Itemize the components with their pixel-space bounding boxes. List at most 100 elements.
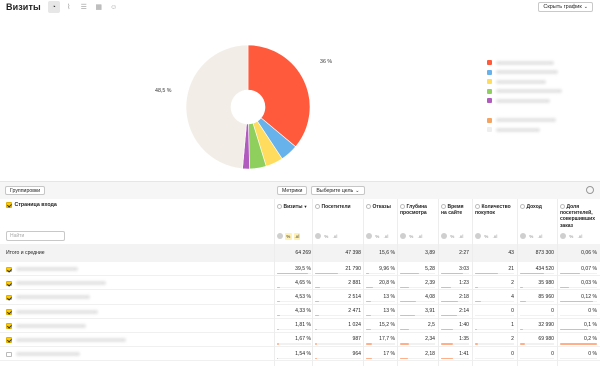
column-header[interactable]: Посетители	[315, 204, 361, 210]
legend-item[interactable]	[487, 125, 582, 135]
table-cell: 1:35	[459, 336, 469, 343]
cell-bar	[560, 343, 597, 345]
bar-toggle-icon[interactable]: .ııl	[492, 233, 499, 240]
cell-bar	[475, 286, 479, 288]
pie-toggle-icon[interactable]	[475, 233, 481, 240]
column-header[interactable]: Доля посетителей, совершивших заказ	[560, 204, 597, 229]
grid-icon[interactable]: ▦	[93, 1, 105, 13]
sort-desc-icon[interactable]: ▼	[303, 204, 307, 209]
percent-toggle[interactable]: %	[285, 233, 292, 240]
table-row[interactable]: 4,53 % 2 514 13 % 4,08 2:18 4 85 960 0,12 %	[0, 290, 600, 305]
chart-area: 36 % 48,5 %	[0, 14, 600, 180]
bar-toggle-icon[interactable]: .ııl	[458, 233, 465, 240]
column-radio[interactable]	[560, 204, 565, 210]
pie-toggle-icon[interactable]	[560, 233, 566, 240]
bar-toggle-icon[interactable]: .ııl	[383, 233, 390, 240]
goal-select[interactable]: Выберите цель ⌄	[311, 186, 365, 195]
legend-item[interactable]	[487, 77, 582, 87]
pie-toggle-icon[interactable]	[366, 233, 372, 240]
percent-toggle[interactable]: %	[323, 233, 330, 240]
row-checkbox[interactable]	[6, 323, 12, 329]
table-row[interactable]: 1,81 % 1 024 15,2 % 2,5 1:40 1 32 990 0,1 %	[0, 319, 600, 333]
percent-toggle[interactable]: %	[408, 233, 415, 240]
table-cell: 39,5 %	[295, 265, 311, 272]
percent-toggle[interactable]: %	[528, 233, 535, 240]
row-checkbox[interactable]	[6, 309, 12, 315]
percent-toggle[interactable]: %	[449, 233, 456, 240]
entry-page-redacted[interactable]	[16, 267, 78, 271]
percent-toggle[interactable]: %	[483, 233, 490, 240]
row-checkbox[interactable]	[6, 351, 12, 358]
legend-item[interactable]	[487, 116, 582, 126]
row-checkbox[interactable]	[6, 294, 12, 301]
totals-cell: 3,89	[425, 250, 435, 256]
line-chart-icon[interactable]: ⌇	[63, 1, 75, 13]
chevron-down-icon: ⌄	[583, 4, 588, 10]
column-radio[interactable]	[315, 204, 320, 210]
table-row[interactable]: 1,54 % 964 17 % 2,18 1:41 0 0 0 %	[0, 347, 600, 362]
pie-toggle-icon[interactable]	[520, 233, 526, 240]
column-controls: % .ııl	[366, 233, 389, 240]
totals-cell: 2:27	[459, 250, 469, 256]
cell-bar-track	[520, 286, 554, 288]
legend-item[interactable]	[487, 87, 582, 97]
column-radio[interactable]	[520, 204, 525, 210]
hide-chart-button[interactable]: Скрыть график ⌄	[538, 2, 593, 12]
bar-toggle-icon[interactable]: .ııl	[577, 233, 584, 240]
table-cell: 17,7 %	[379, 336, 395, 343]
percent-toggle[interactable]: %	[568, 233, 575, 240]
select-all-checkbox[interactable]	[6, 202, 12, 208]
column-radio[interactable]	[400, 204, 405, 210]
person-icon[interactable]: ☺	[108, 1, 120, 13]
bar-toggle-icon[interactable]: .ııl	[417, 233, 424, 240]
pie-toggle-icon[interactable]	[277, 233, 283, 240]
column-header[interactable]: Глубина просмотра	[400, 204, 435, 216]
column-header[interactable]: Количество покупок	[475, 204, 514, 216]
table-row[interactable]: 39,5 % 21 790 9,96 % 5,28 3:03 21 434 520 0,07 …	[0, 262, 600, 277]
column-header[interactable]: Отказы	[366, 204, 395, 210]
pie-toggle-icon[interactable]	[315, 233, 321, 240]
metrics-button[interactable]: Метрики	[277, 186, 308, 195]
row-checkbox[interactable]	[6, 337, 12, 343]
bar-toggle-icon[interactable]: .ııl	[537, 233, 544, 240]
column-radio[interactable]	[277, 204, 282, 210]
row-checkbox[interactable]	[6, 266, 12, 272]
legend-item[interactable]	[487, 96, 582, 106]
pie-toggle-icon[interactable]	[400, 233, 406, 240]
legend-item[interactable]	[487, 58, 582, 68]
table-cell: 9,96 %	[379, 265, 395, 272]
entry-page-redacted[interactable]	[16, 352, 80, 357]
column-header[interactable]: Доход	[520, 204, 554, 210]
pie-slice-6[interactable]	[185, 44, 249, 170]
pie-toggle-icon[interactable]	[441, 233, 447, 240]
bar-toggle-icon[interactable]: .ııl	[293, 233, 301, 240]
entry-page-redacted[interactable]	[16, 281, 106, 286]
entry-page-redacted[interactable]	[16, 323, 86, 328]
table-cell: 1:40	[459, 322, 469, 329]
legend-item[interactable]	[487, 68, 582, 78]
percent-toggle[interactable]: %	[374, 233, 381, 240]
bar-toggle-icon[interactable]: .ııl	[332, 233, 339, 240]
page-title: Визиты	[6, 2, 41, 12]
entry-page-redacted[interactable]	[16, 309, 98, 314]
table-row[interactable]: 4,65 % 2 881 20,8 % 2,39 1:23 2 35 980 0,03 %	[0, 276, 600, 291]
column-radio[interactable]	[475, 204, 480, 210]
table-cell: 434 520	[535, 265, 554, 272]
entry-page-redacted[interactable]	[16, 337, 126, 342]
column-radio[interactable]	[366, 204, 371, 210]
entry-page-redacted[interactable]	[16, 295, 90, 300]
column-divider	[274, 199, 275, 366]
column-header[interactable]: Визиты▼	[277, 204, 311, 210]
row-checkbox[interactable]	[6, 280, 12, 287]
pie-chart-icon[interactable]: ◔	[47, 1, 60, 13]
bar-chart-icon[interactable]: ☰	[78, 1, 90, 13]
slice-label-large: 36 %	[320, 59, 333, 65]
cell-bar-track	[277, 357, 311, 359]
find-input[interactable]: Найти	[6, 231, 65, 241]
column-header[interactable]: Время на сайте	[441, 204, 469, 216]
groupings-button[interactable]: Группировки	[5, 186, 46, 195]
gear-icon[interactable]	[586, 186, 594, 194]
table-row[interactable]: 1,67 % 987 17,7 % 2,34 1:35 2 69 980 0,2 %	[0, 333, 600, 348]
table-row[interactable]: 4,33 % 2 471 13 % 3,91 2:14 0 0 0 %	[0, 305, 600, 319]
column-radio[interactable]	[441, 204, 446, 210]
